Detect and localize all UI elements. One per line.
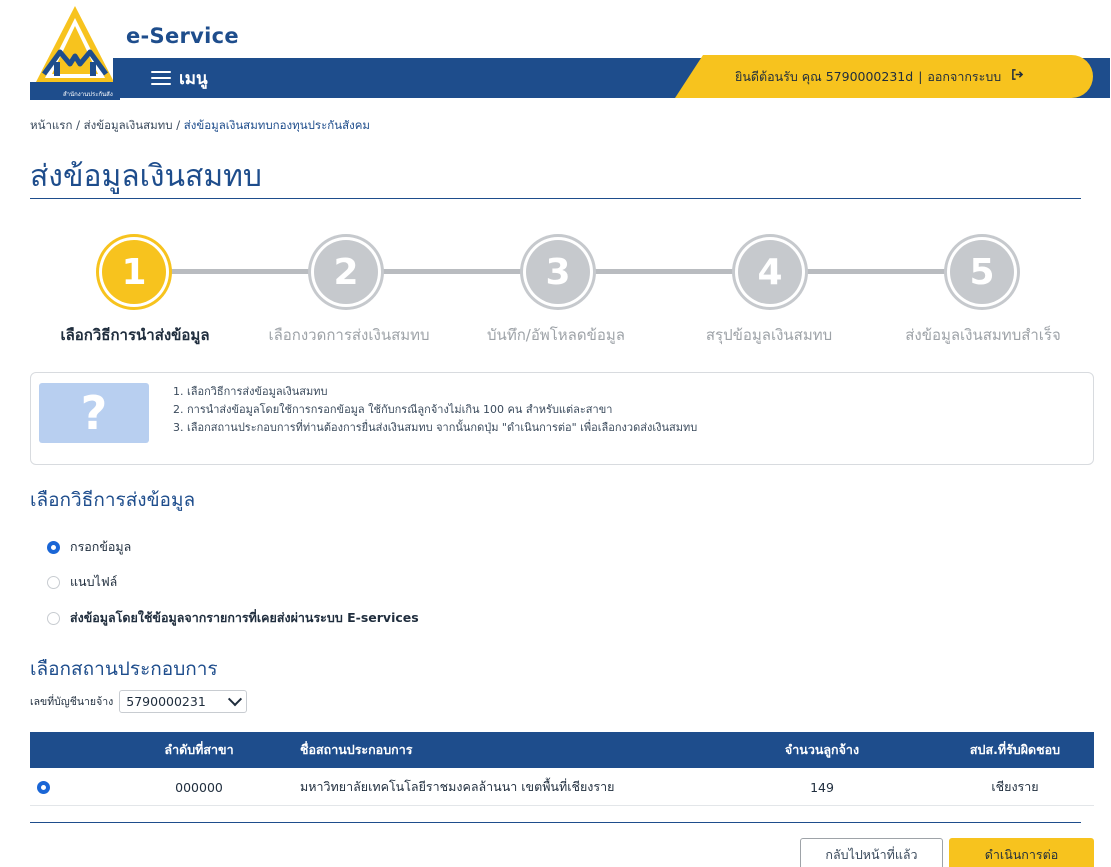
breadcrumb-current: ส่งข้อมูลเงินสมทบกองทุนประกันสังคม [183,118,370,132]
row-select-radio[interactable] [37,768,50,806]
logout-icon [1012,68,1024,80]
breadcrumb-sep: / [172,118,184,132]
establishment-section-title: เลือกสถานประกอบการ [30,658,218,680]
step-connector [377,269,527,274]
step-connector [801,269,951,274]
account-label: เลขที่บัญชีนายจ้าง [30,696,114,708]
cell-employee-count: 149 [810,779,834,795]
method-section-title: เลือกวิธีการส่งข้อมูล [30,489,196,511]
header-branch-no: ลำดับที่สาขา [164,742,234,757]
step-2-label: เลือกงวดการส่งเงินสมทบ [268,326,430,344]
cell-establishment-name: มหาวิทยาลัยเทคโนโลยีราชมงคลล้านนา เขตพื้… [300,779,615,794]
method-option-manual[interactable]: กรอกข้อมูล [47,537,131,557]
step-4-label: สรุปข้อมูลเงินสมทบ [705,326,833,344]
logout-label: ออกจากระบบ [927,68,1002,84]
method-option-previous[interactable]: ส่งข้อมูลโดยใช้ข้อมูลจากรายการที่เคยส่งผ… [47,608,419,628]
brand-title: e-Service [126,24,239,48]
instruction-line: 3. เลือกสถานประกอบการที่ท่านต้องการยื่นส… [173,421,698,434]
menu-label: เมนู [179,68,208,89]
account-select-row: เลขที่บัญชีนายจ้าง 5790000231 [30,690,248,713]
account-number-select[interactable]: 5790000231 [119,690,248,713]
radio-checked-icon[interactable] [37,780,50,794]
title-divider [30,198,1081,199]
step-connector [589,269,739,274]
method-option-label: กรอกข้อมูล [70,539,132,554]
step-1-label: เลือกวิธีการนำส่งข้อมูล [60,326,210,344]
header-responsible-office: สปส.ที่รับผิดชอบ [969,742,1061,757]
logout-link[interactable]: ออกจากระบบ [927,67,1024,87]
user-bar: ยินดีต้อนรับ คุณ 5790000231d | ออกจากระบ… [675,55,1093,98]
instructions-list: 1. เลือกวิธีการส่งข้อมูลเงินสมทบ 2. การน… [173,383,697,437]
step-2-circle: 2 [314,240,378,304]
method-option-file[interactable]: แนบไฟล์ [47,572,117,592]
step-3-number: 3 [545,251,571,293]
instruction-line: 2. การนำส่งข้อมูลโดยใช้การกรอกข้อมูล ใช้… [173,403,613,416]
site-header: สำนักงานประกันสังคม e-Service เมนู ยินดี… [0,0,1111,106]
page-title: ส่งข้อมูลเงินสมทบ [30,159,262,194]
step-5-circle: 5 [950,240,1014,304]
breadcrumb-home[interactable]: หน้าแรก [30,118,72,132]
menu-button[interactable]: เมนู [151,58,208,98]
header-separator: | [918,69,923,84]
header-establishment-name: ชื่อสถานประกอบการ [300,742,413,757]
step-4-circle: 4 [738,240,802,304]
method-option-label: แนบไฟล์ [70,574,118,589]
step-3-label: บันทึก/อัพโหลดข้อมูล [487,326,625,344]
step-4-number: 4 [757,251,783,293]
sso-logo[interactable]: สำนักงานประกันสังคม [30,4,121,100]
hamburger-icon [151,71,171,85]
step-1-circle: 1 [102,240,166,304]
cell-branch-no: 000000 [175,779,223,795]
cell-responsible-office: เชียงราย [991,779,1039,794]
step-1-number: 1 [121,251,147,293]
table-header: ลำดับที่สาขา ชื่อสถานประกอบการ จำนวนลูกจ… [30,732,1094,768]
footer-divider [30,822,1081,823]
instructions-box: ? 1. เลือกวิธีการส่งข้อมูลเงินสมทบ 2. กา… [30,372,1094,465]
breadcrumb-sep: / [72,118,84,132]
step-connector [165,269,315,274]
radio-checked-icon[interactable] [47,540,60,554]
step-2-number: 2 [333,251,359,293]
progress-stepper: 1 2 3 4 5 เลือกวิธีการนำส่งข้อมูล เลือกง… [0,230,1111,360]
help-question-icon: ? [39,383,149,443]
step-5-number: 5 [969,251,995,293]
step-3-circle: 3 [526,240,590,304]
radio-unchecked-icon[interactable] [47,575,60,589]
header-employee-count: จำนวนลูกจ้าง [784,742,860,757]
breadcrumb-contribution[interactable]: ส่งข้อมูลเงินสมทบ [84,118,173,132]
chevron-down-icon [228,691,243,706]
breadcrumb: หน้าแรก / ส่งข้อมูลเงินสมทบ / ส่งข้อมูลเ… [30,117,370,135]
welcome-text: ยินดีต้อนรับ คุณ 5790000231d [735,68,914,84]
instruction-line: 1. เลือกวิธีการส่งข้อมูลเงินสมทบ [173,385,328,398]
method-option-label: ส่งข้อมูลโดยใช้ข้อมูลจากรายการที่เคยส่งผ… [70,610,419,625]
next-button[interactable]: ดำเนินการต่อ [949,838,1094,867]
radio-unchecked-icon[interactable] [47,611,60,625]
account-selected-value: 5790000231 [126,694,206,709]
back-button[interactable]: กลับไปหน้าที่แล้ว [800,838,943,867]
establishment-table: ลำดับที่สาขา ชื่อสถานประกอบการ จำนวนลูกจ… [30,732,1094,806]
table-row[interactable]: 000000 มหาวิทยาลัยเทคโนโลยีราชมงคลล้านนา… [30,768,1094,806]
logo-emblem-icon [30,6,120,100]
step-5-label: ส่งข้อมูลเงินสมทบสำเร็จ [905,326,1061,344]
